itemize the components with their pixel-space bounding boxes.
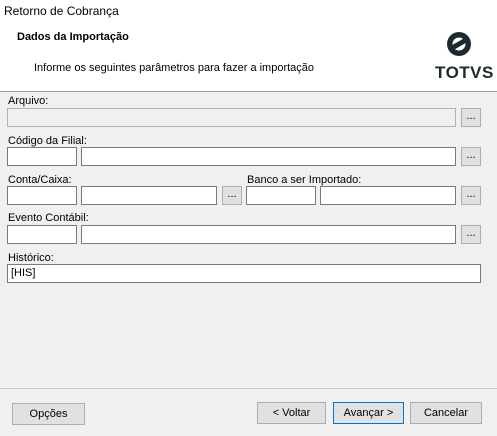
filial-code-field[interactable] <box>7 147 77 166</box>
window-title: Retorno de Cobrança <box>4 4 119 18</box>
cancel-button[interactable]: Cancelar <box>410 402 482 424</box>
filial-name-field[interactable] <box>81 147 456 166</box>
page-subtitle: Informe os seguintes parâmetros para faz… <box>34 62 315 74</box>
title-bar: Retorno de Cobrança <box>0 0 497 24</box>
next-button[interactable]: Avançar > <box>333 402 404 424</box>
footer-divider <box>0 388 497 389</box>
arquivo-field <box>7 108 456 127</box>
banco-code-field[interactable] <box>246 186 316 205</box>
options-button[interactable]: Opções <box>12 403 85 425</box>
page-title: Dados da Importação <box>17 31 129 43</box>
filial-browse-button[interactable]: ... <box>461 147 481 166</box>
conta-label: Conta/Caixa: <box>8 174 72 186</box>
arquivo-label: Arquivo: <box>8 95 49 107</box>
totvs-logo-icon <box>447 32 471 56</box>
filial-label: Código da Filial: <box>8 135 87 147</box>
evento-name-field[interactable] <box>81 225 456 244</box>
historico-value: [HIS] <box>11 267 36 279</box>
evento-browse-button[interactable]: ... <box>461 225 481 244</box>
evento-label: Evento Contábil: <box>8 212 89 224</box>
historico-field[interactable]: [HIS] <box>7 264 481 283</box>
evento-code-field[interactable] <box>7 225 77 244</box>
conta-name-field[interactable] <box>81 186 217 205</box>
conta-code-field[interactable] <box>7 186 77 205</box>
totvs-logo-text: TOTVS <box>435 63 494 82</box>
historico-label: Histórico: <box>8 252 54 264</box>
back-button[interactable]: < Voltar <box>257 402 326 424</box>
arquivo-browse-button[interactable]: ... <box>461 108 481 127</box>
banco-browse-button[interactable]: ... <box>461 186 481 205</box>
banco-name-field[interactable] <box>320 186 456 205</box>
conta-browse-button[interactable]: ... <box>222 186 242 205</box>
banco-label: Banco a ser Importado: <box>247 174 362 186</box>
